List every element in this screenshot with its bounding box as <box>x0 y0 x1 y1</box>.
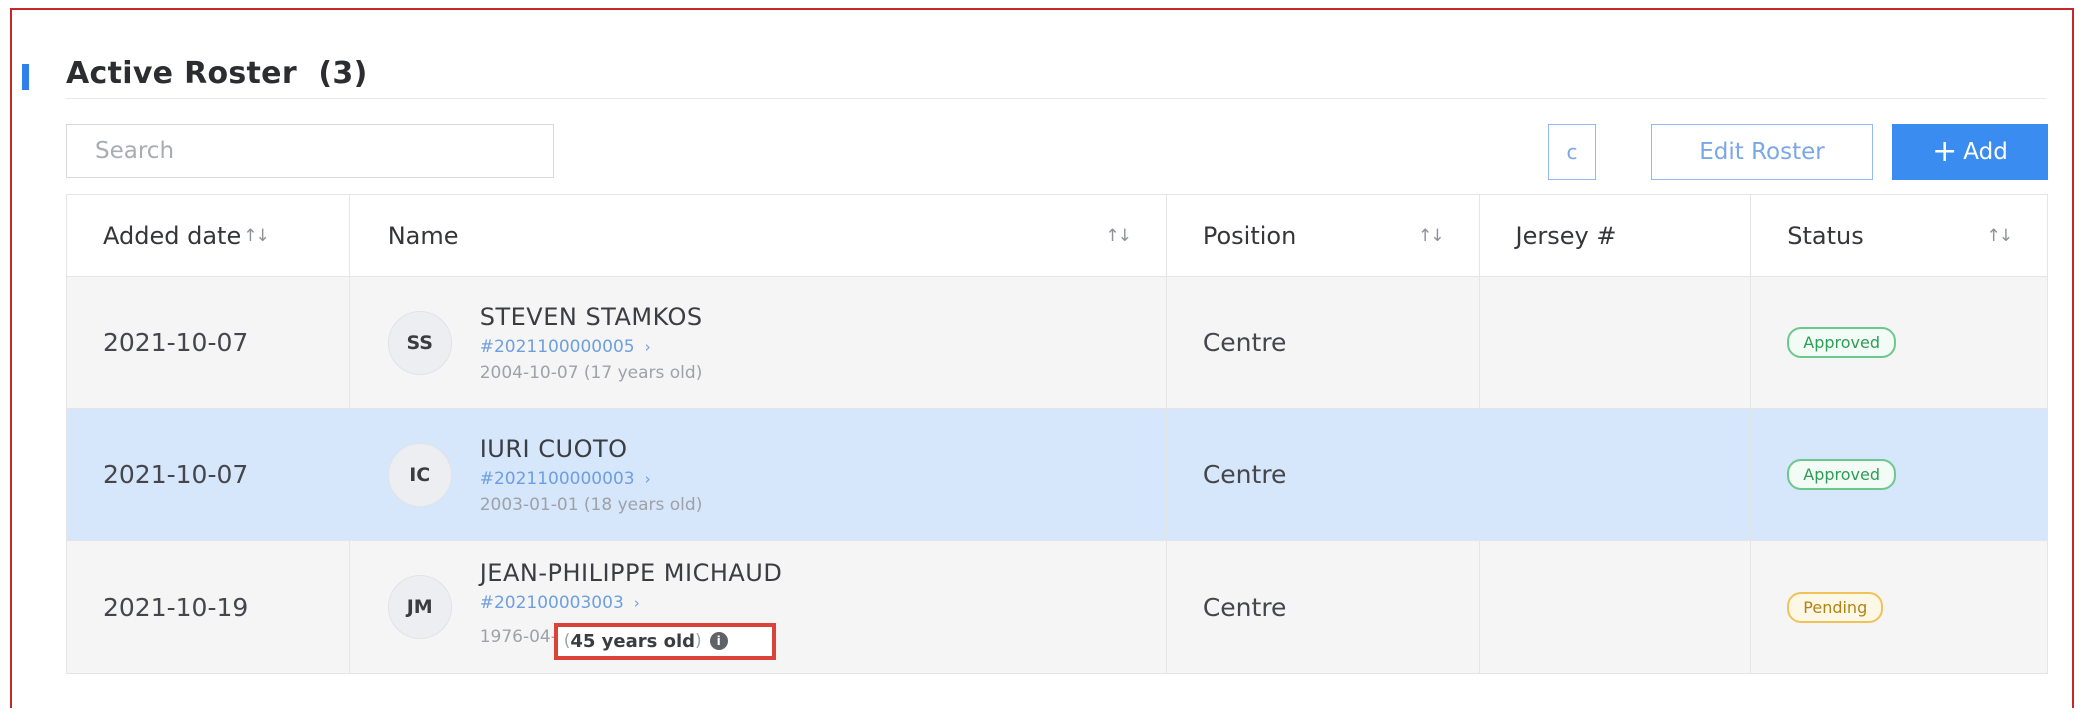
add-label: Add <box>1963 139 2008 165</box>
jersey-cell <box>1480 541 1752 673</box>
header-position[interactable]: Position ↑↓ <box>1167 195 1480 276</box>
header-name[interactable]: Name ↑↓ <box>350 195 1167 276</box>
status-badge: Approved <box>1787 459 1897 490</box>
sort-icon[interactable]: ↑↓ <box>1105 226 1131 246</box>
table-row[interactable]: 2021-10-07 SS STEVEN STAMKOS #2021100000… <box>67 277 2047 409</box>
player-id: #2021100000005 <box>479 336 635 357</box>
chevron-right-icon: › <box>633 593 640 612</box>
edit-roster-button[interactable]: Edit Roster <box>1651 124 1873 180</box>
added-date-cell: 2021-10-07 <box>67 277 350 408</box>
status-cell: Approved <box>1751 277 2047 408</box>
player-name: IURI CUOTO <box>479 434 628 463</box>
title-divider <box>66 98 2046 99</box>
header-status[interactable]: Status ↑↓ <box>1751 195 2047 276</box>
status-badge: Pending <box>1787 591 1884 623</box>
header-added-date-label: Added date <box>103 221 242 250</box>
header-status-label: Status <box>1787 221 1864 250</box>
jersey-cell <box>1480 409 1752 540</box>
name-cell: SS STEVEN STAMKOS #2021100000005 › 2004-1… <box>350 277 1167 408</box>
edit-roster-label: Edit Roster <box>1699 139 1825 165</box>
position-cell: Centre <box>1167 277 1480 408</box>
sort-icon[interactable]: ↑↓ <box>1418 226 1444 246</box>
header-jersey-label: Jersey # <box>1515 221 1617 250</box>
status-cell: Pending <box>1751 541 2047 673</box>
chevron-right-icon: › <box>644 469 651 488</box>
age-open-paren: ( <box>563 631 571 651</box>
status-cell: Approved <box>1751 409 2047 540</box>
avatar: IC <box>387 442 452 507</box>
player-id-link[interactable]: #202100003003 › <box>480 593 783 613</box>
avatar: SS <box>387 310 452 375</box>
player-dob: 2004-10-07 (17 years old) <box>479 362 703 383</box>
avatar: JM <box>387 575 452 639</box>
player-name: JEAN-PHILIPPE MICHAUD <box>479 558 783 587</box>
header-name-label: Name <box>387 221 459 250</box>
name-cell: JM JEAN-PHILIPPE MICHAUD #202100003003 › … <box>350 541 1167 673</box>
table-row[interactable]: 2021-10-07 IC IURI CUOTO #2021100000003 ›… <box>67 409 2047 541</box>
player-dob: 1976-04-2 (45 years old) i <box>480 619 783 660</box>
plus-icon: + <box>1932 134 1958 169</box>
position-cell: Centre <box>1167 409 1480 540</box>
player-info: JEAN-PHILIPPE MICHAUD #202100003003 › 197… <box>479 558 783 660</box>
table-header-row: Added date ↑↓ Name ↑↓ Position ↑↓ Jersey… <box>67 195 2047 277</box>
added-date-cell: 2021-10-19 <box>67 541 350 673</box>
status-badge: Approved <box>1787 327 1897 358</box>
table-row[interactable]: 2021-10-19 JM JEAN-PHILIPPE MICHAUD #202… <box>67 541 2047 673</box>
player-age: 45 years old <box>570 630 696 652</box>
section-title-text: Active Roster <box>66 56 297 91</box>
header-added-date[interactable]: Added date ↑↓ <box>67 195 350 276</box>
name-cell: IC IURI CUOTO #2021100000003 › 2003-01-01… <box>350 409 1167 540</box>
search-input[interactable] <box>66 124 554 178</box>
player-name: STEVEN STAMKOS <box>479 302 703 331</box>
chevron-right-icon: › <box>644 337 651 356</box>
added-date-cell: 2021-10-07 <box>67 409 350 540</box>
sort-icon[interactable]: ↑↓ <box>243 226 269 246</box>
player-dob: 2003-01-01 (18 years old) <box>479 494 703 515</box>
jersey-cell <box>1480 277 1752 408</box>
refresh-button[interactable]: c <box>1548 124 1596 180</box>
add-button[interactable]: + Add <box>1892 124 2048 180</box>
header-jersey: Jersey # <box>1480 195 1752 276</box>
player-id-link[interactable]: #2021100000005 › <box>480 337 703 357</box>
player-info: IURI CUOTO #2021100000003 › 2003-01-01 (1… <box>480 435 703 515</box>
roster-table: Added date ↑↓ Name ↑↓ Position ↑↓ Jersey… <box>66 194 2048 674</box>
age-highlight-box: (45 years old) i <box>553 622 776 660</box>
age-close-paren: ) <box>695 631 702 651</box>
header-position-label: Position <box>1202 221 1297 250</box>
section-title: Active Roster (3) <box>66 56 368 91</box>
player-id: #202100003003 <box>479 592 624 613</box>
position-cell: Centre <box>1167 541 1480 673</box>
sort-icon[interactable]: ↑↓ <box>1986 226 2012 246</box>
roster-count: (3) <box>318 56 368 91</box>
info-icon[interactable]: i <box>709 632 728 650</box>
player-info: STEVEN STAMKOS #2021100000005 › 2004-10-0… <box>480 303 703 383</box>
section-accent-bar <box>22 64 29 90</box>
player-id: #2021100000003 <box>479 468 635 489</box>
refresh-icon: c <box>1566 140 1578 164</box>
player-id-link[interactable]: #2021100000003 › <box>480 469 703 489</box>
